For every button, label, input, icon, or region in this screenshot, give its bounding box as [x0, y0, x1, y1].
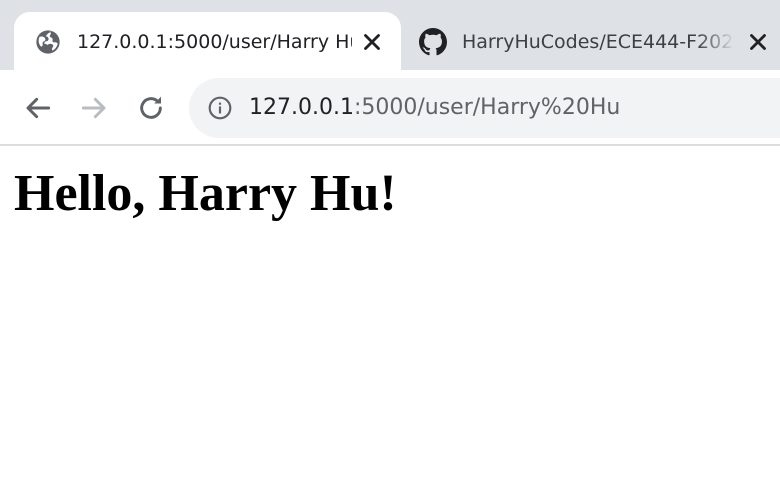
tab-active-user-page[interactable]: 127.0.0.1:5000/user/Harry Hu — [14, 12, 401, 70]
url-path: :5000/user/Harry%20Hu — [353, 95, 621, 120]
github-icon — [419, 28, 447, 56]
address-bar[interactable]: 127.0.0.1:5000/user/Harry%20Hu — [189, 78, 780, 138]
tab-title: HarryHuCodes/ECE444-F2023 — [462, 31, 735, 53]
back-arrow-icon[interactable] — [22, 92, 54, 124]
close-icon[interactable] — [359, 29, 385, 55]
forward-arrow-icon — [81, 97, 106, 119]
browser-toolbar: 127.0.0.1:5000/user/Harry%20Hu — [0, 70, 780, 146]
page-heading: Hello, Harry Hu! — [14, 165, 397, 222]
tab-github-repo[interactable]: HarryHuCodes/ECE444-F2023 — [401, 12, 780, 70]
globe-icon — [36, 30, 60, 54]
reload-icon[interactable] — [135, 92, 167, 124]
page-content: Hello, Harry Hu! — [0, 146, 780, 496]
tab-strip: 127.0.0.1:5000/user/Harry Hu HarryHuCode… — [0, 0, 780, 70]
close-icon[interactable] — [745, 29, 771, 55]
tab-title: 127.0.0.1:5000/user/Harry Hu — [77, 31, 352, 53]
browser-window: 127.0.0.1:5000/user/Harry Hu HarryHuCode… — [0, 0, 780, 496]
url-host: 127.0.0.1 — [249, 95, 354, 120]
url-text[interactable]: 127.0.0.1:5000/user/Harry%20Hu — [249, 92, 620, 124]
info-icon[interactable] — [207, 95, 233, 121]
